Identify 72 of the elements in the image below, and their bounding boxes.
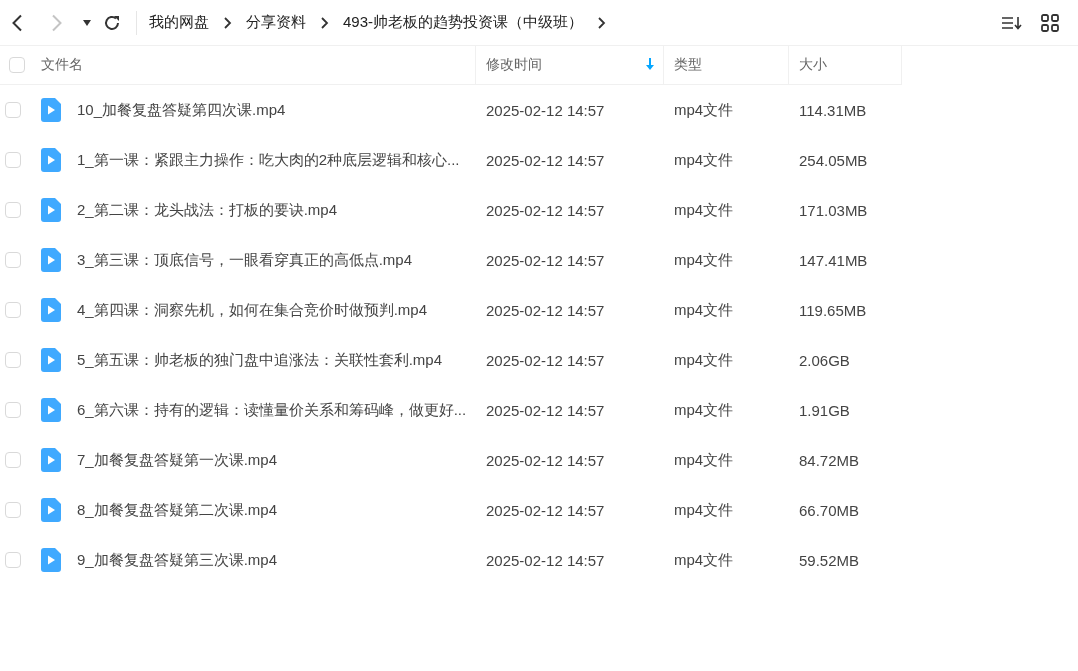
table-cell: 114.31MB <box>799 101 867 119</box>
file-name[interactable]: 3_第三课：顶底信号，一眼看穿真正的高低点.mp4 <box>77 250 413 270</box>
table-cell: 119.65MB <box>799 301 867 319</box>
table-cell: 59.52MB <box>799 551 860 569</box>
chevron-right-icon <box>223 16 232 29</box>
table-cell: mp4文件 <box>674 350 734 370</box>
column-header[interactable]: 文件名 <box>41 56 83 74</box>
table-cell: 2025-02-12 14:57 <box>486 251 605 269</box>
table-cell: 171.03MB <box>799 201 868 219</box>
row-checkbox[interactable] <box>5 152 21 168</box>
table-cell: 66.70MB <box>799 501 860 519</box>
table-cell: mp4文件 <box>674 500 734 520</box>
table-cell: mp4文件 <box>674 300 734 320</box>
row-checkbox[interactable] <box>5 102 21 118</box>
table-cell: mp4文件 <box>674 450 734 470</box>
table-cell: 2025-02-12 14:57 <box>486 351 605 369</box>
video-file-icon <box>41 498 61 522</box>
table-cell: mp4文件 <box>674 400 734 420</box>
table-cell: 254.05MB <box>799 151 868 169</box>
video-file-icon <box>41 248 61 272</box>
row-checkbox[interactable] <box>5 352 21 368</box>
table-cell: 2025-02-12 14:57 <box>486 551 605 569</box>
table-cell: 2025-02-12 14:57 <box>486 301 605 319</box>
file-name[interactable]: 8_加餐复盘答疑第二次课.mp4 <box>77 500 278 520</box>
table-cell: 84.72MB <box>799 451 860 469</box>
file-name[interactable]: 1_第一课：紧跟主力操作：吃大肉的2种底层逻辑和核心... <box>77 150 460 170</box>
table-cell: mp4文件 <box>674 250 734 270</box>
table-cell: 1.91GB <box>799 401 850 419</box>
chevron-right-icon <box>320 16 329 29</box>
table-cell: 2025-02-12 14:57 <box>486 151 605 169</box>
file-name[interactable]: 7_加餐复盘答疑第一次课.mp4 <box>77 450 278 470</box>
table-cell: mp4文件 <box>674 150 734 170</box>
file-name[interactable]: 2_第二课：龙头战法：打板的要诀.mp4 <box>77 200 338 220</box>
breadcrumb-link[interactable]: 493-帅老板的趋势投资课（中级班） <box>343 13 584 32</box>
file-name[interactable]: 6_第六课：持有的逻辑：读懂量价关系和筹码峰，做更好... <box>77 400 467 420</box>
row-checkbox[interactable] <box>5 252 21 268</box>
column-header[interactable]: 大小 <box>799 56 827 74</box>
row-checkbox[interactable] <box>5 502 21 518</box>
video-file-icon <box>41 298 61 322</box>
column-header[interactable]: 类型 <box>674 56 702 74</box>
video-file-icon <box>41 398 61 422</box>
table-cell: 2025-02-12 14:57 <box>486 501 605 519</box>
table-cell: mp4文件 <box>674 200 734 220</box>
video-file-icon <box>41 198 61 222</box>
video-file-icon <box>41 448 61 472</box>
row-checkbox[interactable] <box>5 452 21 468</box>
file-name[interactable]: 4_第四课：洞察先机，如何在集合竞价时做预判.mp4 <box>77 300 428 320</box>
table-cell: mp4文件 <box>674 550 734 570</box>
table-cell: 2025-02-12 14:57 <box>486 101 605 119</box>
video-file-icon <box>41 98 61 122</box>
file-name[interactable]: 10_加餐复盘答疑第四次课.mp4 <box>77 100 286 120</box>
table-cell: mp4文件 <box>674 100 734 120</box>
row-checkbox[interactable] <box>5 552 21 568</box>
breadcrumb-link[interactable]: 我的网盘 <box>149 13 209 32</box>
table-cell: 2025-02-12 14:57 <box>486 451 605 469</box>
video-file-icon <box>41 148 61 172</box>
sort-arrow-down-icon <box>646 58 654 70</box>
row-checkbox[interactable] <box>5 302 21 318</box>
file-name[interactable]: 9_加餐复盘答疑第三次课.mp4 <box>77 550 278 570</box>
chevron-right-icon <box>597 16 607 29</box>
table-cell: 147.41MB <box>799 251 868 269</box>
breadcrumb-link[interactable]: 分享资料 <box>246 13 306 32</box>
row-checkbox[interactable] <box>5 202 21 218</box>
video-file-icon <box>41 548 61 572</box>
column-header[interactable]: 修改时间 <box>486 56 542 74</box>
table-cell: 2025-02-12 14:57 <box>486 201 605 219</box>
file-name[interactable]: 5_第五课：帅老板的独门盘中追涨法：关联性套利.mp4 <box>77 350 443 370</box>
select-all-checkbox[interactable] <box>9 57 25 73</box>
row-checkbox[interactable] <box>5 402 21 418</box>
video-file-icon <box>41 348 61 372</box>
table-cell: 2.06GB <box>799 351 850 369</box>
table-cell: 2025-02-12 14:57 <box>486 401 605 419</box>
